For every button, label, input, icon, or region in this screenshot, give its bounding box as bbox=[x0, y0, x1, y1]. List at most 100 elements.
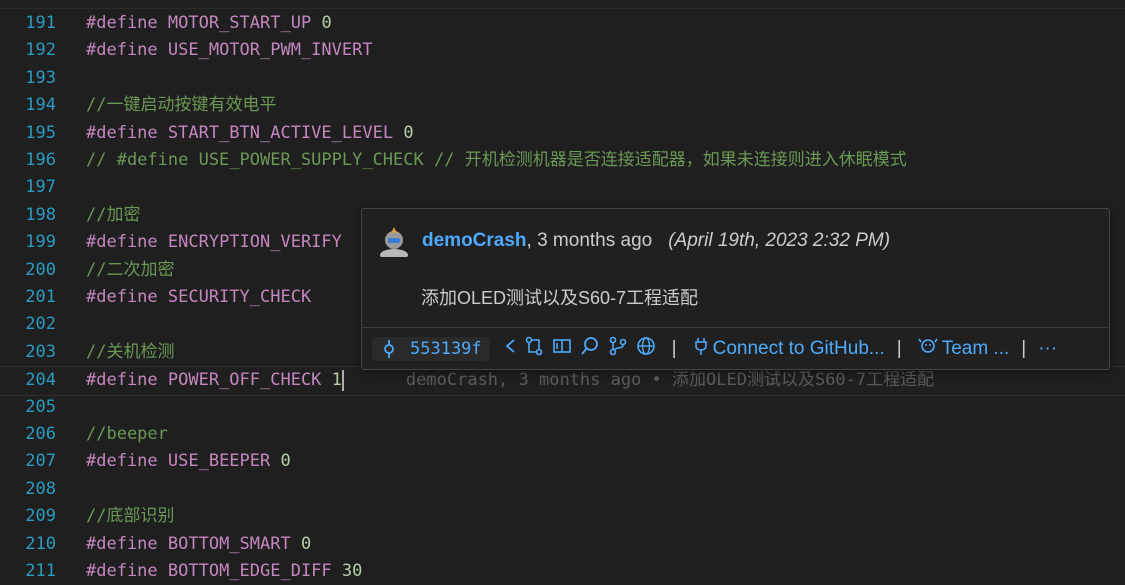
author-avatar[interactable] bbox=[378, 225, 410, 261]
team-link[interactable]: Team ... bbox=[942, 338, 1010, 360]
code-token: START_BTN_ACTIVE_LEVEL bbox=[167, 122, 394, 143]
line-number[interactable]: 194 bbox=[0, 92, 56, 119]
line-number[interactable]: 193 bbox=[0, 65, 56, 92]
line-number[interactable]: 201 bbox=[0, 284, 56, 311]
code-line[interactable]: 192 #define USE_MOTOR_PWM_INVERT bbox=[0, 37, 1125, 64]
code-text[interactable]: #define START_BTN_ACTIVE_LEVEL 0 bbox=[86, 120, 414, 147]
code-token: 1 bbox=[331, 370, 342, 391]
code-line[interactable]: 208 bbox=[0, 476, 1125, 503]
code-text[interactable]: #define ENCRYPTION_VERIFY bbox=[86, 229, 342, 256]
line-number[interactable]: 209 bbox=[0, 503, 56, 530]
line-number[interactable]: 199 bbox=[0, 229, 56, 256]
line-number[interactable]: 211 bbox=[0, 558, 56, 585]
git-blame-hover: demoCrash , 3 months ago (April 19th, 20… bbox=[361, 208, 1110, 370]
code-token: #define bbox=[86, 533, 168, 554]
code-token: //一键启动按键有效电平 bbox=[86, 95, 277, 116]
plug-icon bbox=[693, 336, 709, 362]
code-line[interactable]: 197 bbox=[0, 174, 1125, 201]
line-number[interactable]: 200 bbox=[0, 257, 56, 284]
code-token: #define bbox=[86, 451, 168, 472]
code-token: POWER_OFF_CHECK bbox=[167, 370, 322, 391]
line-number[interactable]: 197 bbox=[0, 174, 56, 201]
code-token: MOTOR_START_UP bbox=[167, 13, 312, 33]
code-line[interactable]: 205 bbox=[0, 394, 1125, 421]
code-line[interactable]: 196 // #define USE_POWER_SUPPLY_CHECK // … bbox=[0, 147, 1125, 174]
code-line[interactable]: 206 //beeper bbox=[0, 421, 1125, 448]
line-number[interactable]: 210 bbox=[0, 531, 56, 558]
commit-date: (April 19th, 2023 2:32 PM) bbox=[668, 230, 891, 251]
code-text[interactable]: //一键启动按键有效电平 bbox=[86, 92, 276, 119]
code-text[interactable]: //beeper bbox=[86, 421, 168, 448]
line-number[interactable]: 207 bbox=[0, 448, 56, 475]
code-text[interactable]: //加密 bbox=[86, 202, 140, 229]
author-name[interactable]: demoCrash bbox=[422, 230, 527, 252]
code-text[interactable]: //二次加密 bbox=[86, 257, 174, 284]
separator: | bbox=[1021, 338, 1027, 359]
code-text[interactable]: #define BOTTOM_EDGE_DIFF 30 bbox=[86, 558, 362, 585]
globe-icon[interactable] bbox=[636, 336, 656, 362]
git-commit-icon bbox=[384, 340, 394, 358]
line-number[interactable]: 191 bbox=[0, 10, 56, 37]
line-number[interactable]: 205 bbox=[0, 394, 56, 421]
code-token: //加密 bbox=[86, 204, 141, 225]
code-text[interactable]: #define USE_MOTOR_PWM_INVERT bbox=[86, 37, 373, 64]
code-line[interactable]: 210 #define BOTTOM_SMART 0 bbox=[0, 531, 1125, 558]
connect-to-github-link[interactable]: Connect to GitHub... bbox=[713, 338, 885, 360]
code-line[interactable]: 207 #define USE_BEEPER 0 bbox=[0, 448, 1125, 475]
code-token: USE_BEEPER bbox=[167, 451, 271, 472]
commit-sha-button[interactable]: 553139f bbox=[372, 337, 490, 361]
line-number[interactable]: 196 bbox=[0, 147, 56, 174]
code-token: #define bbox=[86, 287, 168, 307]
code-token: 30 bbox=[341, 561, 363, 581]
commit-sha: 553139f bbox=[410, 339, 482, 359]
line-number[interactable]: 208 bbox=[0, 476, 56, 503]
code-line[interactable]: 204 #define POWER_OFF_CHECK 1 demoCrash, 3… bbox=[0, 366, 1125, 396]
code-line[interactable]: 209 //底部识别 bbox=[0, 503, 1125, 530]
more-actions-button[interactable]: ··· bbox=[1038, 338, 1057, 360]
split-editor-icon[interactable] bbox=[552, 336, 572, 362]
code-token: 0 bbox=[403, 122, 414, 143]
code-text[interactable]: // #define USE_POWER_SUPPLY_CHECK // 开机检… bbox=[86, 147, 907, 174]
code-token: SECURITY_CHECK bbox=[167, 287, 312, 307]
code-token: 0 bbox=[280, 451, 291, 472]
code-token: 0 bbox=[300, 533, 312, 554]
git-graph-icon[interactable] bbox=[608, 336, 628, 362]
code-text[interactable]: #define MOTOR_START_UP 0 bbox=[86, 10, 332, 37]
line-number[interactable]: 202 bbox=[0, 311, 56, 338]
code-text[interactable]: //底部识别 bbox=[86, 503, 174, 530]
compare-changes-icon[interactable] bbox=[524, 336, 544, 362]
line-number[interactable]: 204 bbox=[0, 367, 56, 394]
line-number[interactable]: 195 bbox=[0, 120, 56, 147]
search-icon[interactable] bbox=[580, 336, 600, 362]
code-text[interactable]: #define SECURITY_CHECK bbox=[86, 284, 311, 311]
line-number[interactable]: 198 bbox=[0, 202, 56, 229]
code-line[interactable]: 211 #define BOTTOM_EDGE_DIFF 30 bbox=[0, 558, 1125, 585]
code-line[interactable]: 191 #define MOTOR_START_UP 0 bbox=[0, 10, 1125, 37]
text-cursor bbox=[341, 369, 344, 391]
chevron-left-icon[interactable] bbox=[504, 337, 516, 361]
hover-divider bbox=[362, 327, 1109, 328]
line-number[interactable]: 192 bbox=[0, 37, 56, 64]
line-number[interactable]: 206 bbox=[0, 421, 56, 448]
code-text[interactable]: //关机检测 bbox=[86, 339, 174, 366]
separator: | bbox=[671, 338, 677, 359]
code-text[interactable]: #define USE_BEEPER 0 bbox=[86, 448, 291, 475]
code-line[interactable]: 193 bbox=[0, 65, 1125, 92]
code-token: USE_MOTOR_PWM_INVERT bbox=[167, 40, 373, 61]
code-token: //二次加密 bbox=[86, 259, 175, 280]
inline-blame-annotation[interactable]: demoCrash, 3 months ago • 添加OLED测试以及S60-… bbox=[406, 370, 934, 390]
code-token: #define bbox=[86, 561, 168, 581]
hover-action-bar: 553139f | Connect to GitHub... | Team ..… bbox=[372, 332, 1057, 366]
line-number[interactable]: 203 bbox=[0, 339, 56, 366]
code-token: 0 bbox=[321, 13, 332, 33]
code-line[interactable]: 195 #define START_BTN_ACTIVE_LEVEL 0 bbox=[0, 120, 1125, 147]
code-text[interactable]: #define POWER_OFF_CHECK 1 demoCrash, 3 mo… bbox=[86, 367, 934, 394]
code-token: #define bbox=[86, 232, 168, 253]
code-token: //beeper bbox=[86, 424, 168, 444]
code-line[interactable]: 194 //一键启动按键有效电平 bbox=[0, 92, 1125, 119]
hover-header: demoCrash , 3 months ago (April 19th, 20… bbox=[378, 221, 890, 261]
code-text[interactable]: #define BOTTOM_SMART 0 bbox=[86, 531, 311, 558]
